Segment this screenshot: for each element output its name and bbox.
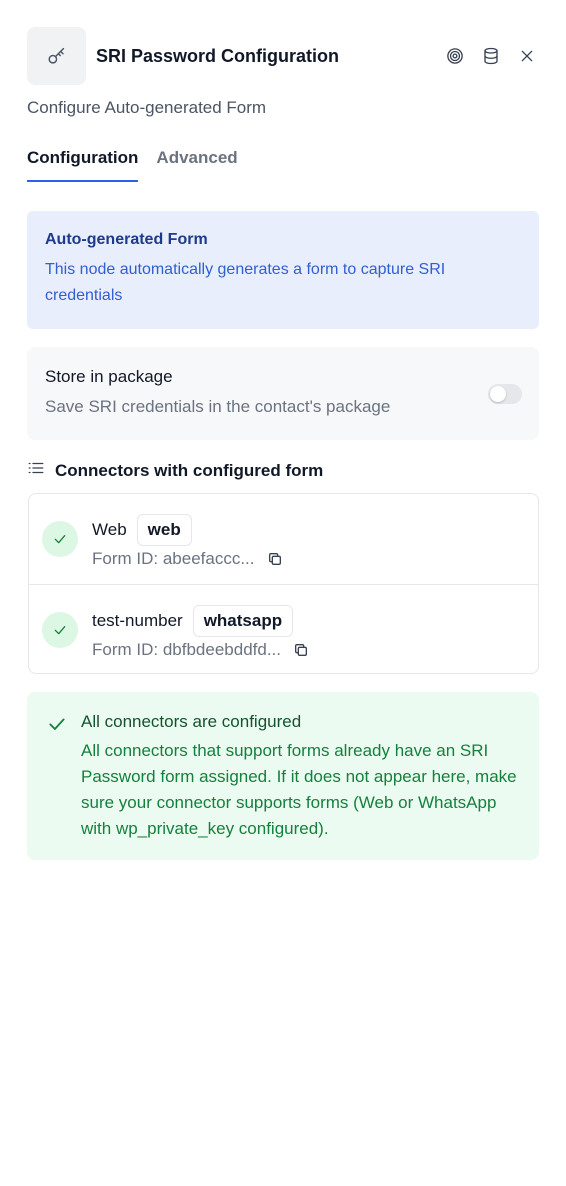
copy-icon[interactable] xyxy=(267,551,283,567)
page-title: SRI Password Configuration xyxy=(96,45,340,66)
check-icon xyxy=(42,612,78,648)
connector-type-badge: whatsapp xyxy=(192,605,294,637)
connector-type-badge: web xyxy=(136,514,192,546)
connector-name: Web xyxy=(92,520,127,539)
info-callout: Auto-generated Form This node automatica… xyxy=(27,211,539,329)
store-title: Store in package xyxy=(45,367,173,386)
info-text: This node automatically generates a form… xyxy=(45,261,446,304)
connector-name-row: test-number whatsapp xyxy=(92,605,294,637)
panel-subtitle: Configure Auto-generated Form xyxy=(27,98,267,117)
connector-name-row: Web web xyxy=(92,514,192,546)
database-icon[interactable] xyxy=(481,46,501,66)
connector-form-id: Form ID: dbfbdeebddfd... xyxy=(92,640,281,659)
list-item: Web web Form ID: abeefaccc... xyxy=(29,494,538,584)
connector-form-id-row: Form ID: dbfbdeebddfd... xyxy=(92,640,309,660)
list-icon xyxy=(27,459,45,482)
target-icon[interactable] xyxy=(445,46,465,66)
success-text: All connectors that support forms alread… xyxy=(81,741,517,838)
check-icon xyxy=(42,521,78,557)
connector-form-id: Form ID: abeefaccc... xyxy=(92,549,255,568)
header-actions xyxy=(445,46,537,66)
store-in-package-setting: Store in package Save SRI credentials in… xyxy=(27,347,539,440)
panel-header: SRI Password Configuration xyxy=(27,27,539,85)
success-callout: All connectors are configured All connec… xyxy=(27,692,539,860)
config-panel: SRI Password Configuration Configure Aut… xyxy=(0,0,566,1186)
tab-bar: Configuration Advanced xyxy=(27,148,238,182)
check-icon xyxy=(47,714,67,739)
list-item: test-number whatsapp Form ID: dbfbdeebdd… xyxy=(29,584,538,673)
info-title: Auto-generated Form xyxy=(45,231,208,248)
success-title: All connectors are configured xyxy=(81,712,302,731)
store-toggle[interactable] xyxy=(488,384,522,404)
connectors-header: Connectors with configured form xyxy=(27,459,323,482)
connectors-title: Connectors with configured form xyxy=(55,460,324,480)
tab-advanced[interactable]: Advanced xyxy=(156,148,237,182)
connector-name: test-number xyxy=(92,611,183,630)
connector-form-id-row: Form ID: abeefaccc... xyxy=(92,549,283,569)
store-subtitle: Save SRI credentials in the contact's pa… xyxy=(45,397,391,416)
tab-configuration[interactable]: Configuration xyxy=(27,148,139,182)
connectors-list: Web web Form ID: abeefaccc... test-numbe… xyxy=(28,493,539,674)
close-icon[interactable] xyxy=(517,46,537,66)
toggle-knob xyxy=(490,386,506,402)
copy-icon[interactable] xyxy=(293,642,309,658)
key-icon xyxy=(27,27,86,85)
